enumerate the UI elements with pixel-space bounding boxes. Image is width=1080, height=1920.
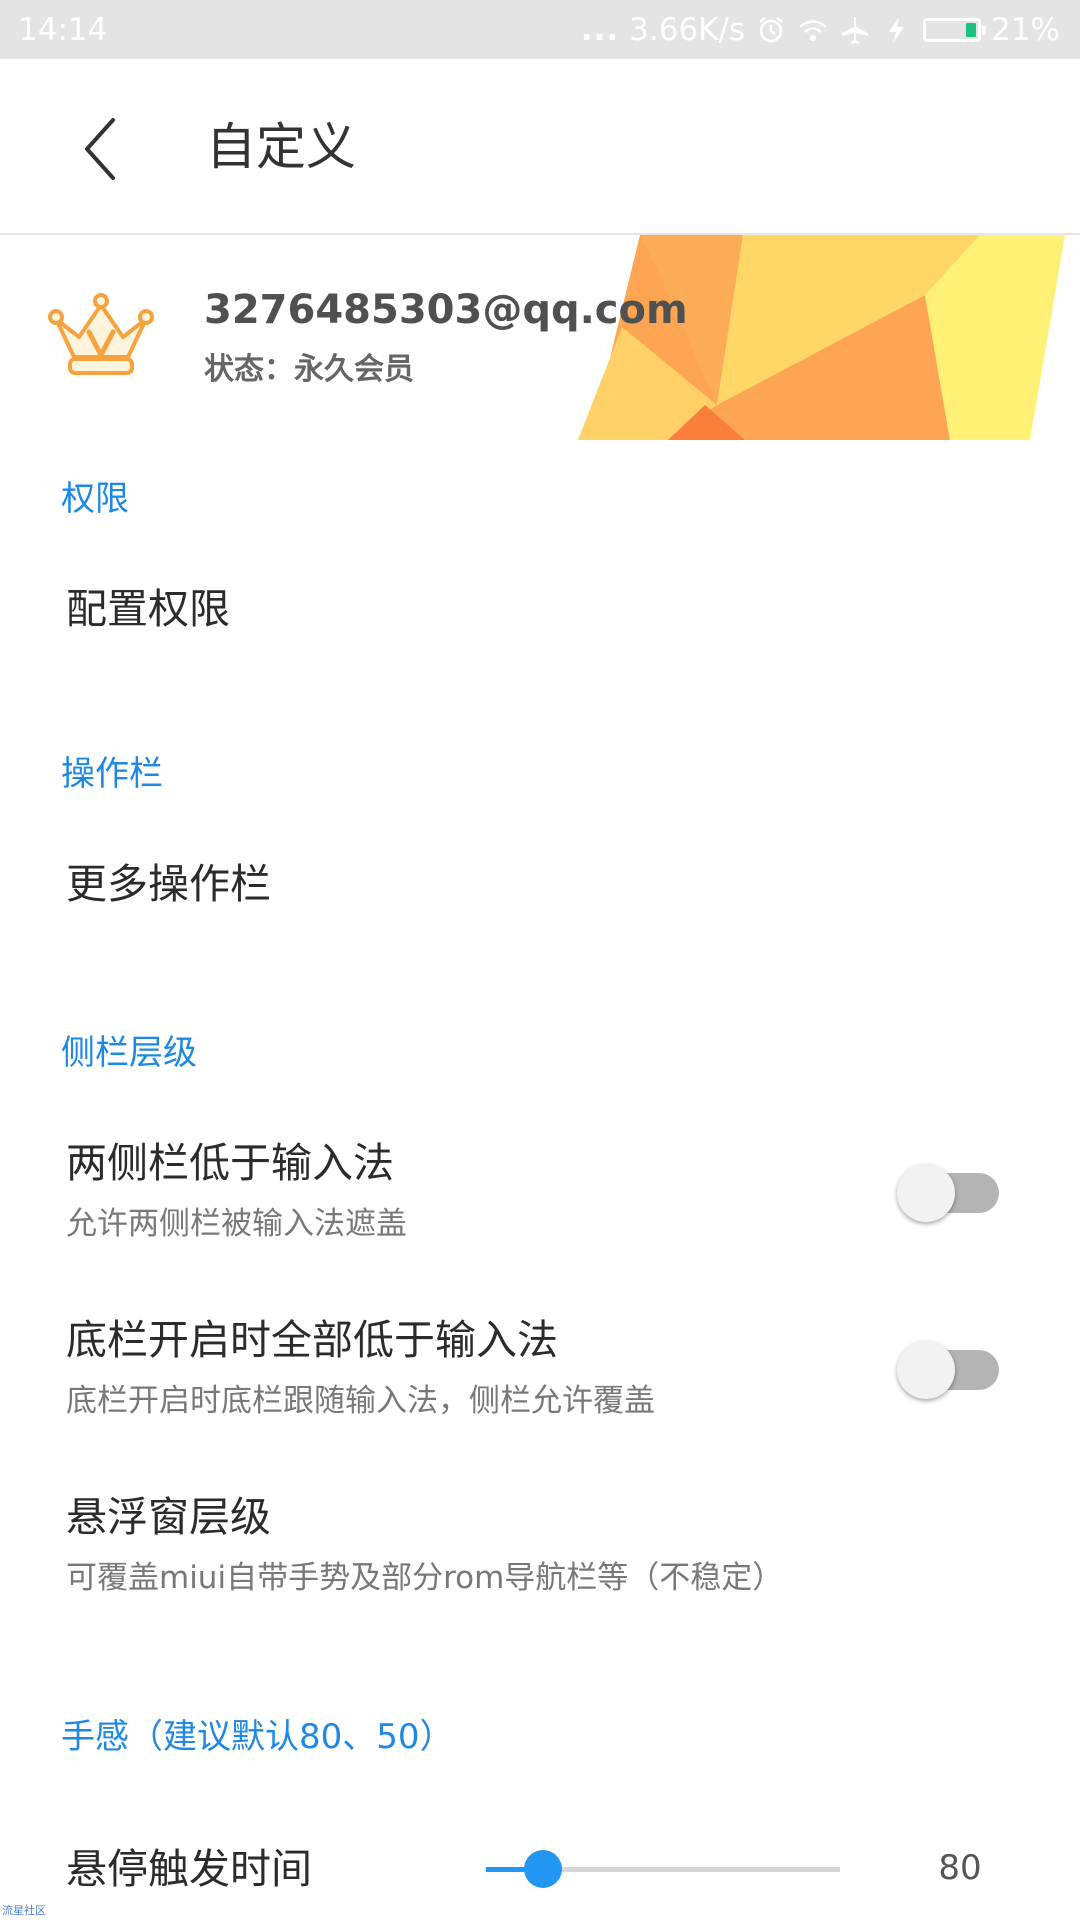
hover-trigger-time-value: 80	[938, 1848, 982, 1888]
account-status: 状态：永久会员	[204, 352, 414, 387]
alarm-icon	[759, 17, 783, 43]
charging-icon	[889, 17, 905, 43]
battery-level	[966, 23, 977, 37]
page-title: 自定义	[206, 118, 356, 176]
sidebars-below-ime-switch[interactable]	[897, 1158, 1002, 1222]
battery-percent: 21%	[991, 12, 1060, 48]
pref-title: 两侧栏低于输入法	[66, 1139, 394, 1187]
hover-trigger-time-label: 悬停触发时间	[66, 1845, 312, 1893]
pref-title: 底栏开启时全部低于输入法	[66, 1316, 558, 1364]
pref-summary: 可覆盖miui自带手势及部分rom导航栏等（不稳定）	[66, 1560, 784, 1596]
polygon-banner-decoration	[578, 235, 1065, 440]
configure-permissions-item[interactable]: 配置权限	[0, 560, 1080, 670]
all-below-ime-switch[interactable]	[897, 1335, 1002, 1399]
slider-thumb[interactable]	[524, 1850, 562, 1888]
section-header-sidebar-level: 侧栏层级	[61, 1033, 197, 1073]
pref-title: 悬浮窗层级	[66, 1493, 271, 1541]
app-bar: 自定义	[0, 59, 1080, 235]
status-icons: ... 3.66K/s 21%	[571, 10, 1060, 50]
battery-icon	[923, 18, 987, 42]
pref-summary: 允许两侧栏被输入法遮盖	[66, 1206, 407, 1242]
network-speed: 3.66K/s	[629, 12, 746, 48]
section-header-feel: 手感（建议默认80、50）	[61, 1717, 454, 1757]
section-header-action-bar: 操作栏	[61, 754, 163, 794]
airplane-mode-icon	[842, 17, 869, 44]
back-button[interactable]	[60, 99, 140, 199]
wifi-icon	[799, 20, 827, 41]
hover-trigger-time-slider[interactable]	[486, 1850, 840, 1890]
section-header-permissions: 权限	[61, 479, 129, 519]
status-bar: 14:14 ... 3.66K/s 21%	[0, 0, 1080, 59]
switch-thumb	[897, 1341, 955, 1399]
pref-title: 配置权限	[66, 585, 230, 633]
account-card[interactable]: 3276485303@qq.com 状态：永久会员	[0, 235, 1080, 440]
back-arrow-icon	[85, 118, 115, 180]
status-time: 14:14	[18, 12, 108, 48]
more-action-bars-item[interactable]: 更多操作栏	[0, 835, 1080, 945]
pref-title: 更多操作栏	[66, 860, 271, 908]
crown-icon	[48, 293, 154, 375]
floating-window-level-item[interactable]: 悬浮窗层级 可覆盖miui自带手势及部分rom导航栏等（不稳定）	[0, 1474, 1080, 1614]
pref-summary: 底栏开启时底栏跟随输入法，侧栏允许覆盖	[66, 1383, 655, 1419]
watermark: 流星社区	[2, 1904, 46, 1917]
switch-thumb	[897, 1164, 955, 1222]
more-dots: ...	[580, 12, 620, 48]
account-email: 3276485303@qq.com	[204, 287, 688, 333]
